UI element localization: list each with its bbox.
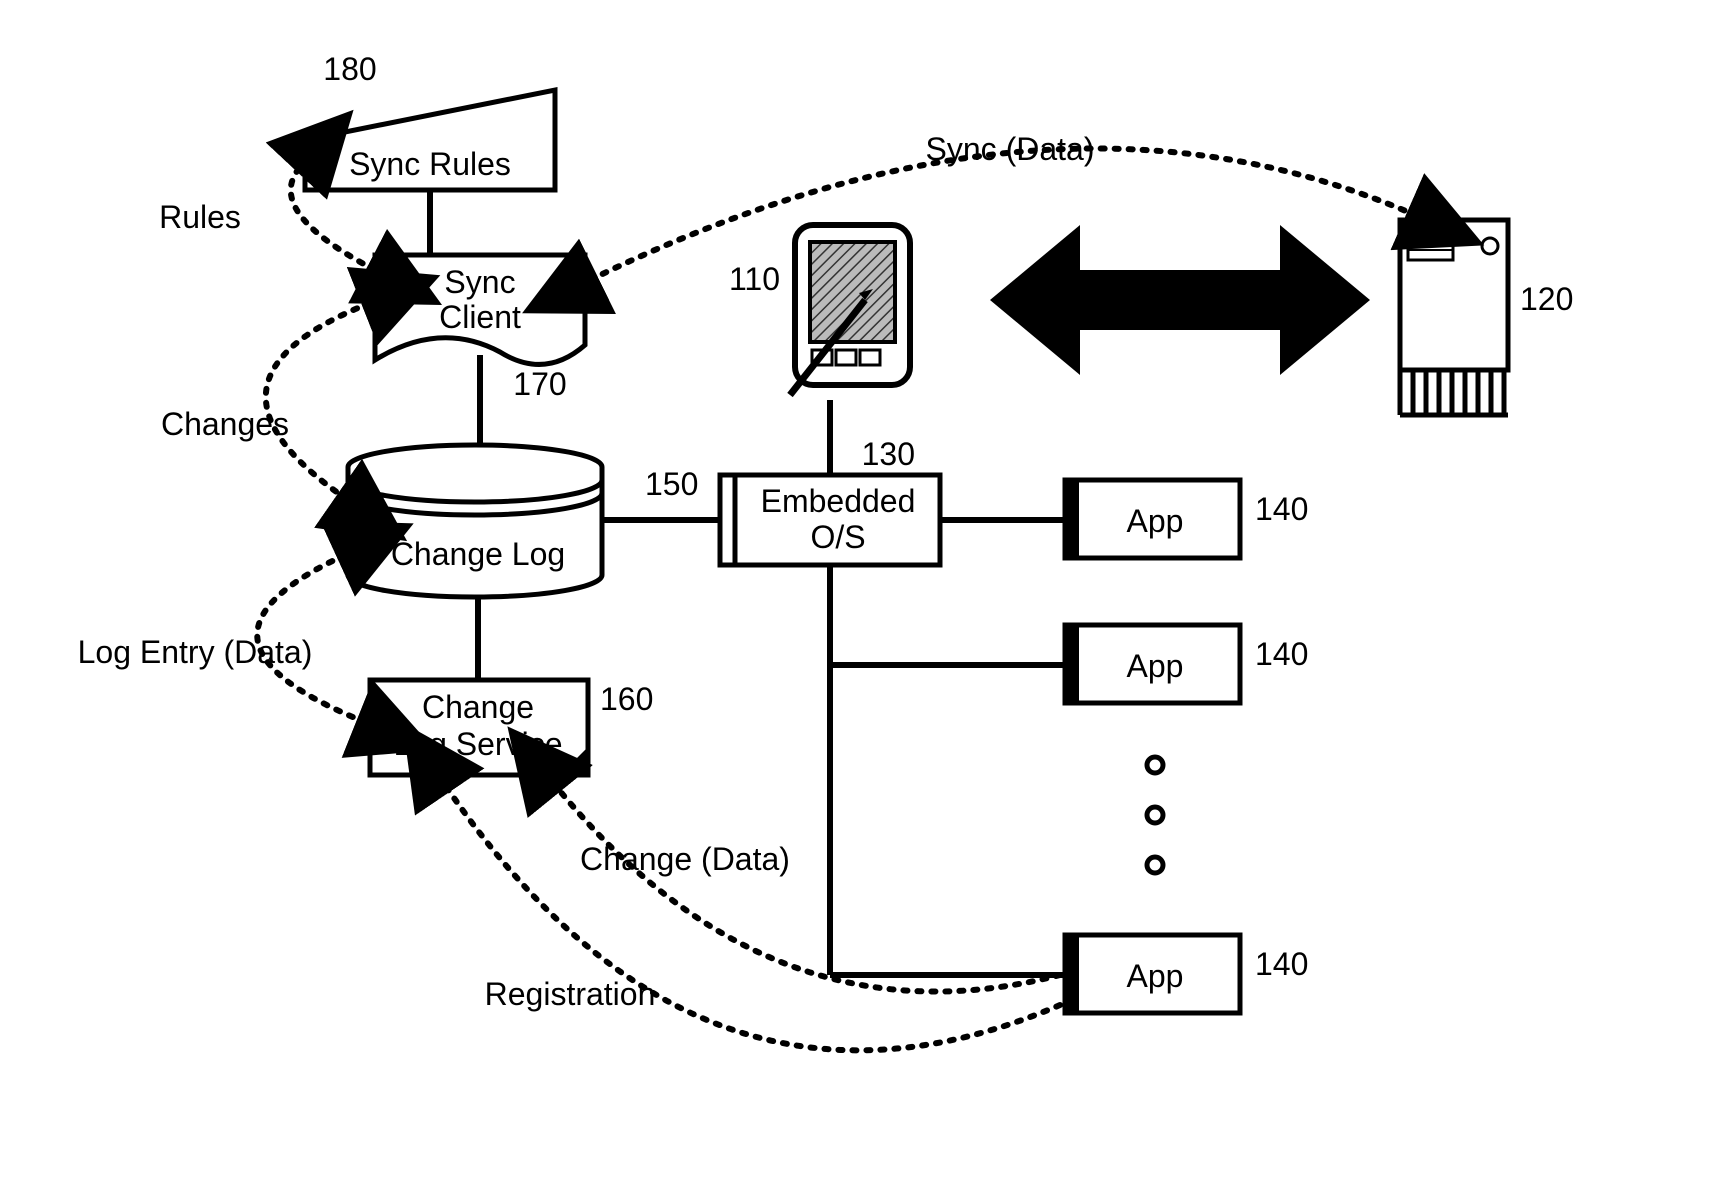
app-3-id: 140 [1255,946,1308,982]
app-1-id: 140 [1255,491,1308,527]
sync-rules-id: 180 [323,51,376,87]
edge-registration-label: Registration [485,976,656,1012]
sync-client-label-1: Sync [444,264,515,300]
change-log-svc-label-1: Change [422,689,534,725]
node-app-3: App 140 [1065,935,1308,1013]
big-double-arrow-icon [990,225,1370,375]
change-log-id: 150 [645,466,698,502]
app-1-label: App [1127,503,1184,539]
pda-id: 110 [729,261,780,297]
app-3-label: App [1127,958,1184,994]
server-id: 120 [1520,281,1573,317]
ellipsis-icon [1147,757,1163,873]
node-app-1: App 140 [1065,480,1308,558]
app-2-label: App [1127,648,1184,684]
node-app-2: App 140 [1065,625,1308,703]
embedded-os-id: 130 [862,436,915,472]
embedded-os-label-2: O/S [810,519,865,555]
sync-client-label-2: Client [439,299,521,335]
change-log-label: Change Log [391,536,565,572]
diagram-canvas: 180 Sync Rules Sync Client 170 Change Lo… [0,0,1725,1204]
embedded-os-label-1: Embedded [761,483,916,519]
change-log-svc-label-2: Log Service [394,726,563,762]
change-log-svc-id: 160 [600,681,653,717]
edge-changes-label: Changes [161,406,289,442]
sync-rules-label: Sync Rules [349,146,511,182]
app-2-id: 140 [1255,636,1308,672]
edge-sync-data-label: Sync (Data) [926,131,1095,167]
node-change-log-service: Change Log Service 160 [370,680,653,775]
sync-client-id: 170 [513,366,566,402]
node-pda: 110 [729,225,910,395]
node-sync-rules: 180 Sync Rules [305,51,555,190]
edge-rules-label: Rules [159,199,241,235]
node-server: 120 [1400,220,1573,415]
edge-log-entry-label: Log Entry (Data) [78,634,313,670]
edge-change-data-label: Change (Data) [580,841,790,877]
